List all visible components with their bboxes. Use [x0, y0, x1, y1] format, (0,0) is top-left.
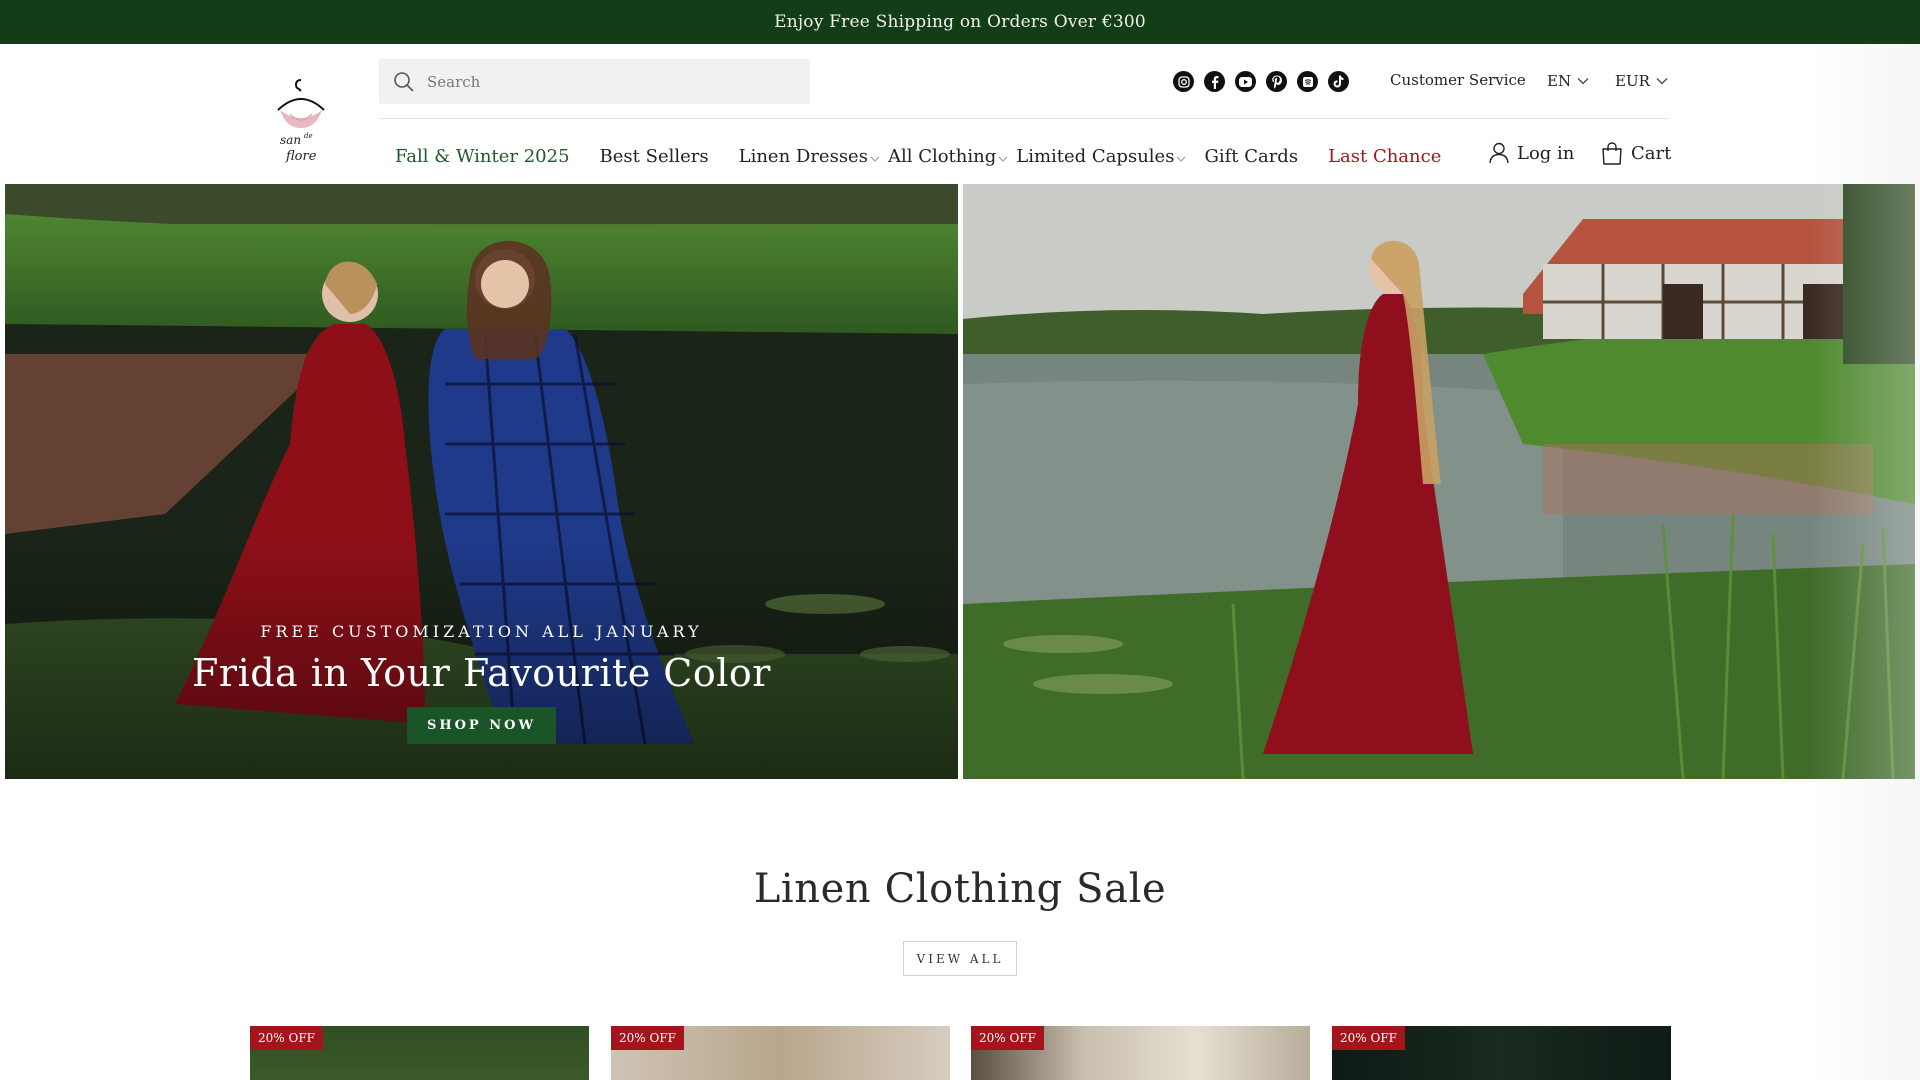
instagram-icon[interactable] — [1173, 71, 1194, 92]
shop-now-button[interactable]: SHOP NOW — [406, 707, 557, 744]
customer-service-link[interactable]: Customer Service — [1390, 71, 1526, 89]
hero-banner-left[interactable]: FREE CUSTOMIZATION ALL JANUARY Frida in … — [5, 184, 958, 779]
language-selector[interactable]: EN — [1547, 72, 1589, 90]
announcement-text: Enjoy Free Shipping on Orders Over €300 — [774, 12, 1146, 32]
cart-link[interactable]: Cart — [1601, 142, 1671, 165]
sale-badge: 20% OFF — [971, 1026, 1044, 1050]
sale-badge: 20% OFF — [250, 1026, 323, 1050]
nav-item-label: Best Sellers — [599, 145, 709, 167]
view-all-button[interactable]: VIEW ALL — [903, 941, 1017, 976]
facebook-icon[interactable] — [1204, 71, 1225, 92]
chevron-down-icon — [870, 156, 880, 162]
hero-banner-right[interactable] — [963, 184, 1915, 779]
youtube-icon[interactable] — [1235, 71, 1256, 92]
logo-script-text: san — [280, 133, 301, 147]
announcement-bar: Enjoy Free Shipping on Orders Over €300 — [0, 0, 1920, 44]
nav-item-last-chance[interactable]: Last Chance — [1328, 146, 1441, 167]
nav-item-label: All Clothing — [887, 145, 997, 167]
hero-caption: FREE CUSTOMIZATION ALL JANUARY Frida in … — [5, 622, 958, 744]
nav-item-label: Limited Capsules — [1016, 145, 1175, 167]
login-link[interactable]: Log in — [1489, 142, 1574, 164]
chevron-down-icon — [998, 156, 1008, 162]
pinterest-icon[interactable] — [1266, 71, 1287, 92]
product-card[interactable]: 20% OFF — [1332, 1026, 1671, 1080]
nav-item-label: Linen Dresses — [738, 145, 868, 167]
nav-item-label: Fall & Winter 2025 — [395, 145, 570, 167]
hero-photo-right — [963, 184, 1915, 779]
product-card[interactable]: 20% OFF — [250, 1026, 589, 1080]
search-bar[interactable] — [379, 59, 810, 104]
hanger-logo-icon: san de flore — [277, 79, 325, 164]
customer-service-label: Customer Service — [1390, 71, 1526, 89]
nav-item-label: Last Chance — [1328, 145, 1442, 167]
site-header: san de flore Customer Servi — [0, 44, 1920, 184]
social-links — [1173, 71, 1349, 92]
chevron-down-icon — [1177, 156, 1186, 162]
search-input[interactable] — [427, 72, 787, 91]
user-icon — [1489, 142, 1509, 164]
search-icon — [394, 71, 414, 92]
tiktok-icon[interactable] — [1328, 71, 1349, 92]
chevron-down-icon — [1577, 78, 1589, 85]
sale-badge: 20% OFF — [611, 1026, 684, 1050]
shopping-bag-icon — [1602, 142, 1622, 165]
chevron-down-icon — [1656, 78, 1668, 85]
nav-item-limited-capsules[interactable]: Limited Capsules — [1016, 146, 1186, 167]
nav-item-all-clothing[interactable]: All Clothing — [888, 146, 1008, 167]
cart-label: Cart — [1631, 143, 1672, 164]
svg-text:de: de — [304, 132, 313, 140]
nav-item-best-sellers[interactable]: Best Sellers — [600, 146, 709, 167]
nav-item-linen-dresses[interactable]: Linen Dresses — [739, 146, 880, 167]
logo[interactable]: san de flore — [268, 70, 334, 166]
product-card[interactable]: 20% OFF — [611, 1026, 950, 1080]
section-title: Linen Clothing Sale — [753, 866, 1167, 912]
currency-selector[interactable]: EUR — [1615, 72, 1668, 90]
hero-headline: Frida in Your Favourite Color — [192, 651, 771, 695]
nav-item-gift-cards[interactable]: Gift Cards — [1204, 146, 1298, 167]
header-divider — [379, 118, 1669, 119]
spotify-icon[interactable] — [1297, 71, 1318, 92]
svg-text:flore: flore — [285, 149, 317, 164]
language-label: EN — [1547, 72, 1572, 90]
login-label: Log in — [1517, 142, 1575, 164]
nav-item-label: Gift Cards — [1204, 145, 1299, 167]
currency-label: EUR — [1615, 72, 1650, 90]
hero-eyebrow: FREE CUSTOMIZATION ALL JANUARY — [260, 622, 703, 641]
nav-item-fall-winter[interactable]: Fall & Winter 2025 — [395, 146, 570, 167]
main-navigation: Fall & Winter 2025 Best Sellers Linen Dr… — [395, 142, 1441, 170]
sale-badge: 20% OFF — [1332, 1026, 1405, 1050]
product-card[interactable]: 20% OFF — [971, 1026, 1310, 1080]
